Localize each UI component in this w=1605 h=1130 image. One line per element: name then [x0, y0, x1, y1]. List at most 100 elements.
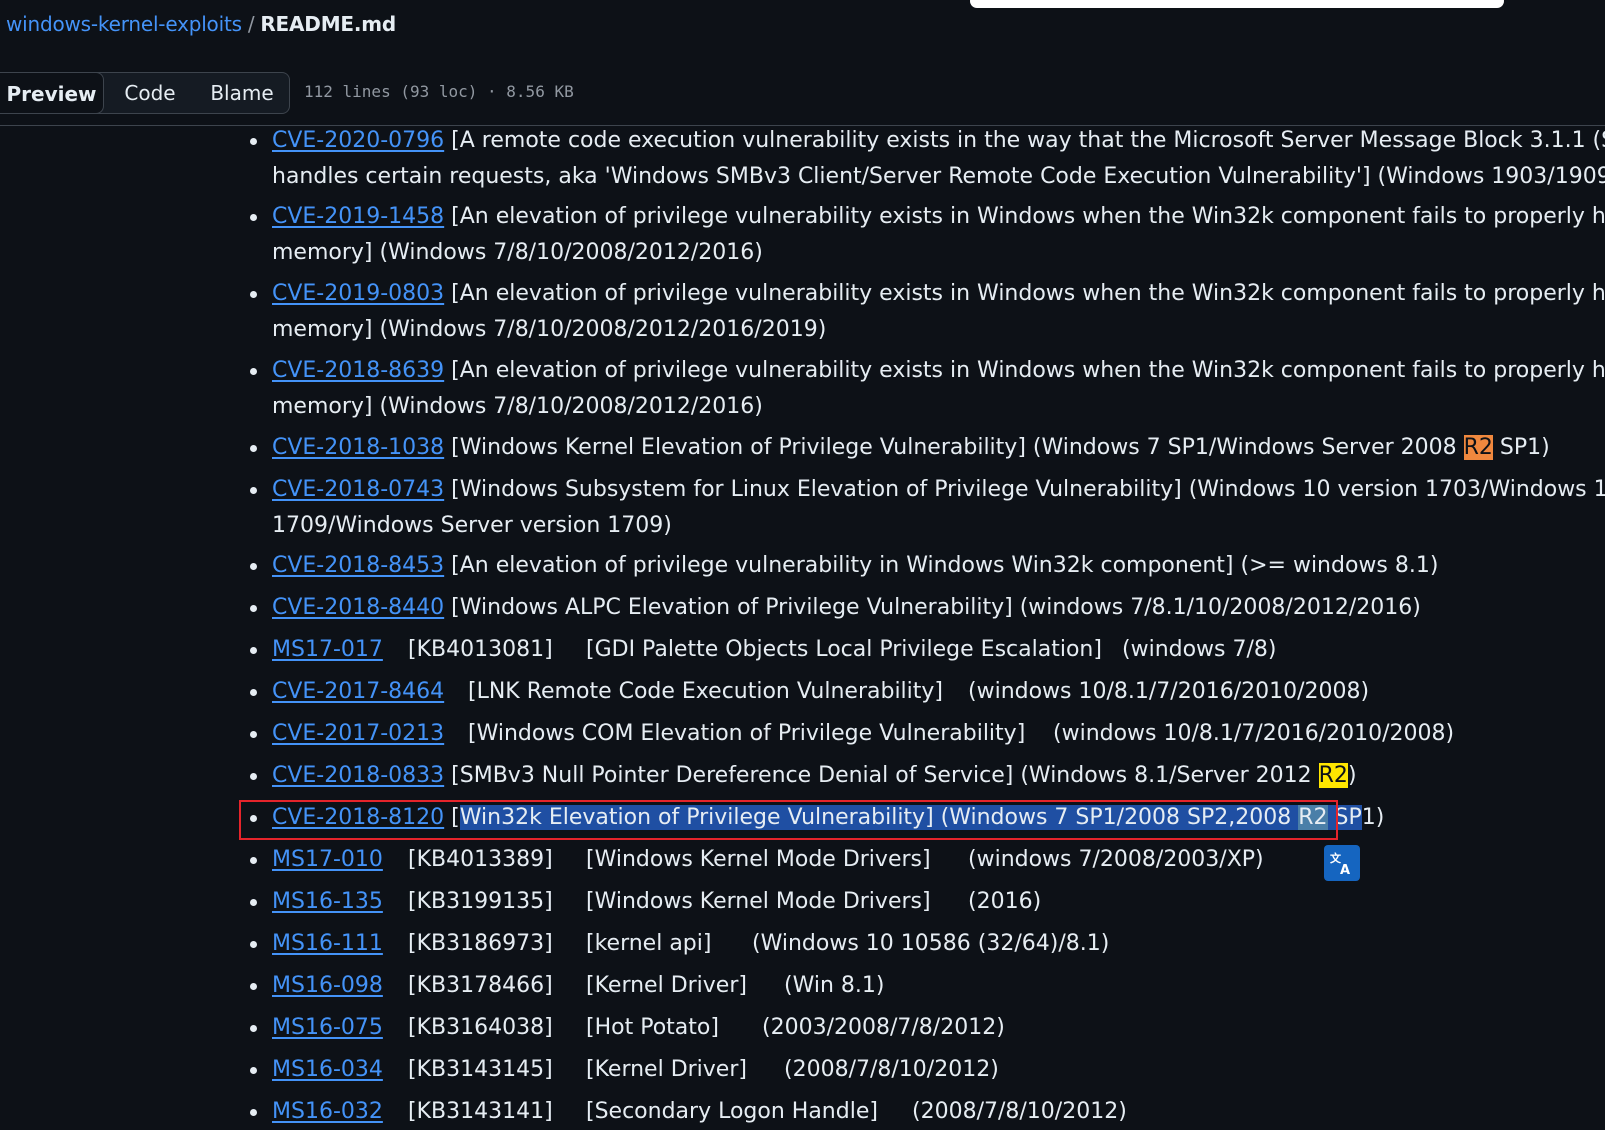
list-item: CVE-2018-0833 [SMBv3 Null Pointer Derefe…: [250, 758, 1357, 794]
list-item: MS16-135 [KB3199135] [Windows Kernel Mode …: [250, 884, 1042, 920]
ms-bulletin-link[interactable]: MS16-111: [272, 926, 408, 962]
bullet: [250, 941, 257, 948]
item-description: [Secondary Logon Handle]: [586, 1099, 878, 1124]
list-item: CVE-2019-1458 [An elevation of privilege…: [250, 199, 1605, 271]
item-description: [kernel api]: [586, 931, 712, 956]
item-text: 1): [1361, 805, 1385, 830]
item-text: [SMBv3 Null Pointer Dereference Denial o…: [451, 763, 1319, 788]
item-versions: (2016): [968, 889, 1042, 914]
ms-bulletin-link[interactable]: MS16-075: [272, 1010, 408, 1046]
breadcrumb-repo-link[interactable]: windows-kernel-exploits: [6, 12, 242, 36]
list-item: CVE-2019-0803 [An elevation of privilege…: [250, 276, 1605, 348]
item-text: memory] (Windows 7/8/10/2008/2012/2016/2…: [272, 317, 827, 342]
item-text: memory] (Windows 7/8/10/2008/2012/2016): [272, 240, 763, 265]
item-text: handles certain requests, aka 'Windows S…: [272, 164, 1605, 189]
list-item: CVE-2018-0743 [Windows Subsystem for Lin…: [250, 472, 1605, 544]
bullet: [250, 138, 257, 145]
kb-number: [KB4013081]: [408, 637, 553, 662]
item-text: [An elevation of privilege vulnerability…: [451, 281, 1605, 306]
item-text: [Windows Kernel Elevation of Privilege V…: [451, 435, 1464, 460]
item-versions: (windows 7/2008/2003/XP): [968, 847, 1264, 872]
list-item: CVE-2017-8464 [LNK Remote Code Execution …: [250, 674, 1370, 710]
kb-number: [KB4013389]: [408, 847, 553, 872]
list-item: MS16-111 [KB3186973] [kernel api] (Windows …: [250, 926, 1109, 962]
item-text: [A remote code execution vulnerability e…: [451, 128, 1605, 153]
ms-bulletin-link[interactable]: MS17-010: [272, 842, 408, 878]
list-item: CVE-2018-8453 [An elevation of privilege…: [250, 548, 1439, 584]
ms-bulletin-link[interactable]: MS16-034: [272, 1052, 408, 1088]
tab-blame[interactable]: Blame: [196, 72, 288, 114]
bullet: [250, 857, 257, 864]
bullet: [250, 563, 257, 570]
item-description: [Windows Kernel Mode Drivers]: [586, 889, 931, 914]
item-text: ): [1347, 763, 1357, 788]
cve-link[interactable]: CVE-2017-0213: [272, 716, 468, 752]
ms-bulletin-link[interactable]: MS17-017: [272, 632, 408, 668]
kb-number: [KB3199135]: [408, 889, 553, 914]
translate-icon[interactable]: 文 A: [1324, 845, 1360, 881]
kb-number: [KB3143141]: [408, 1099, 553, 1124]
kb-number: [KB3178466]: [408, 973, 553, 998]
bullet: [250, 487, 257, 494]
cve-link[interactable]: CVE-2018-8440: [272, 595, 444, 620]
bullet: [250, 689, 257, 696]
item-versions: (windows 10/8.1/7/2016/2010/2008): [968, 679, 1370, 704]
cve-link[interactable]: CVE-2020-0796: [272, 128, 444, 153]
item-versions: (2003/2008/7/8/2012): [762, 1015, 1005, 1040]
item-text: SP1): [1492, 435, 1550, 460]
item-description: [Kernel Driver]: [586, 973, 747, 998]
item-description: [Kernel Driver]: [586, 1057, 747, 1082]
breadcrumb: windows-kernel-exploits / README.md: [6, 12, 396, 36]
item-description: [LNK Remote Code Execution Vulnerability…: [468, 679, 944, 704]
cve-link[interactable]: CVE-2019-0803: [272, 281, 444, 306]
item-description: [Windows COM Elevation of Privilege Vuln…: [468, 721, 1026, 746]
cve-link[interactable]: CVE-2018-1038: [272, 435, 444, 460]
breadcrumb-separator: /: [247, 12, 255, 36]
item-text: [An elevation of privilege vulnerability…: [451, 553, 1439, 578]
bullet: [250, 647, 257, 654]
cve-link[interactable]: CVE-2017-8464: [272, 674, 468, 710]
kb-number: [KB3186973]: [408, 931, 553, 956]
bullet: [250, 1025, 257, 1032]
list-item: CVE-2018-8440 [Windows ALPC Elevation of…: [250, 590, 1421, 626]
item-description: [Hot Potato]: [586, 1015, 719, 1040]
list-item: MS16-075 [KB3164038] [Hot Potato] (2003/200…: [250, 1010, 1005, 1046]
item-text: [An elevation of privilege vulnerability…: [451, 358, 1605, 383]
cve-link[interactable]: CVE-2018-8639: [272, 358, 444, 383]
bullet: [250, 214, 257, 221]
bullet: [250, 983, 257, 990]
kb-number: [KB3143145]: [408, 1057, 553, 1082]
breadcrumb-file: README.md: [260, 12, 397, 36]
list-item: CVE-2018-8639 [An elevation of privilege…: [250, 353, 1605, 425]
view-mode-segmented-control: Preview Code Blame: [0, 72, 290, 114]
list-item: MS16-034 [KB3143145] [Kernel Driver] (2008/…: [250, 1052, 999, 1088]
list-item: MS16-098 [KB3178466] [Kernel Driver] (Win 8…: [250, 968, 884, 1004]
item-versions: (2008/7/8/10/2012): [784, 1057, 999, 1082]
item-text: memory] (Windows 7/8/10/2008/2012/2016): [272, 394, 763, 419]
cve-link[interactable]: CVE-2018-0833: [272, 763, 444, 788]
bullet: [250, 899, 257, 906]
ms-bulletin-link[interactable]: MS16-135: [272, 884, 408, 920]
item-text: 1709/Windows Server version 1709): [272, 513, 672, 538]
item-description: [Windows Kernel Mode Drivers]: [586, 847, 931, 872]
file-header: windows-kernel-exploits / README.md: [0, 0, 1605, 56]
cve-link[interactable]: CVE-2018-0743: [272, 477, 444, 502]
cve-link[interactable]: CVE-2019-1458: [272, 204, 444, 229]
ms-bulletin-link[interactable]: MS16-098: [272, 968, 408, 1004]
item-text: [Windows Subsystem for Linux Elevation o…: [451, 477, 1605, 502]
list-item: MS17-017 [KB4013081] [GDI Palette Objects …: [250, 632, 1277, 668]
item-versions: (2008/7/8/10/2012): [912, 1099, 1127, 1124]
cve-link[interactable]: CVE-2018-8453: [272, 553, 444, 578]
tab-code[interactable]: Code: [110, 72, 190, 114]
ms-bulletin-link[interactable]: MS16-032: [272, 1094, 408, 1130]
overlay-popup-edge: [970, 0, 1504, 8]
item-versions: (windows 10/8.1/7/2016/2010/2008): [1053, 721, 1455, 746]
file-info: 112 lines (93 loc) · 8.56 KB: [304, 82, 574, 101]
bullet: [250, 291, 257, 298]
kb-number: [KB3164038]: [408, 1015, 553, 1040]
tab-preview[interactable]: Preview: [0, 72, 104, 114]
bullet: [250, 1109, 257, 1116]
list-item: MS16-032 [KB3143141] [Secondary Logon Hand…: [250, 1094, 1127, 1130]
list-item: CVE-2018-1038 [Windows Kernel Elevation …: [250, 430, 1550, 466]
search-highlight: R2: [1463, 435, 1493, 460]
